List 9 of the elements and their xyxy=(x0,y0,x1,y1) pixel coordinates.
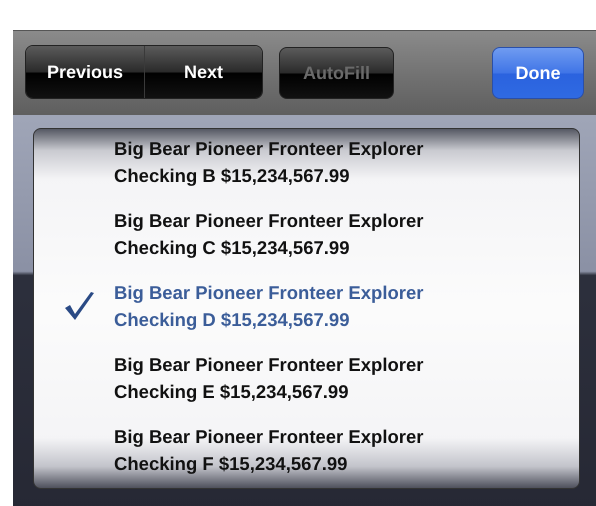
picker-option[interactable]: Big Bear Pioneer Fronteer Explorer Checking B $15,234,567.99 xyxy=(114,135,424,189)
done-button[interactable]: Done xyxy=(492,47,584,99)
toolbar-button[interactable]: Next xyxy=(144,46,262,98)
picker-option[interactable]: Big Bear Pioneer Fronteer Explorer Checking F $15,234,567.99 xyxy=(114,423,424,477)
picker-option[interactable]: Big Bear Pioneer Fronteer Explorer Checking E $15,234,567.99 xyxy=(114,351,424,405)
picker-option[interactable]: Big Bear Pioneer Fronteer Explorer Checking D $15,234,567.99 xyxy=(114,279,424,333)
picker-option[interactable]: Big Bear Pioneer Fronteer Explorer Checking C $15,234,567.99 xyxy=(114,207,424,261)
picker-wheel[interactable] xyxy=(33,128,580,489)
toolbar-button[interactable]: Previous xyxy=(26,46,144,98)
